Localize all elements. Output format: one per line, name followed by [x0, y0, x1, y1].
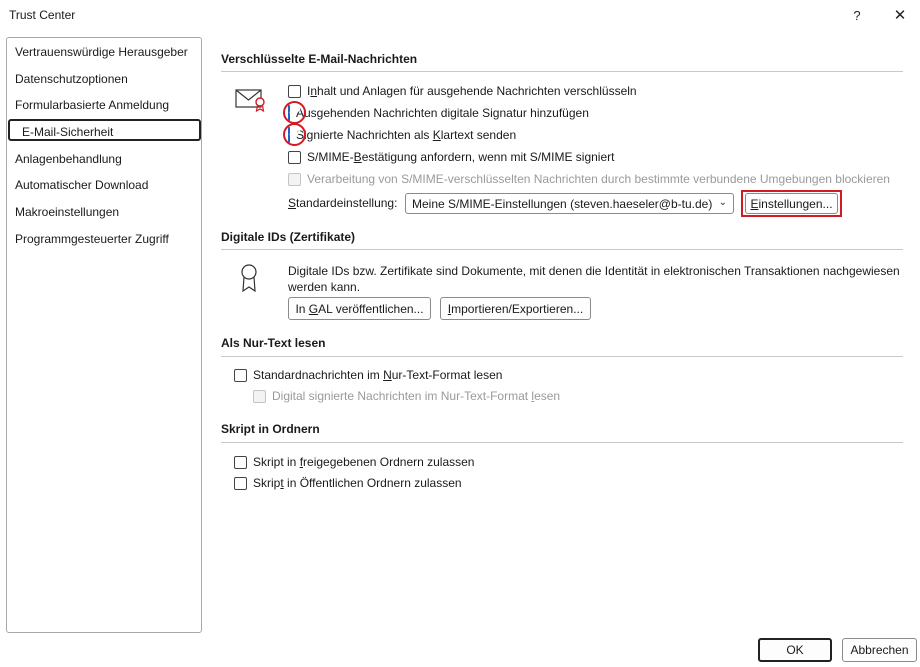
- default-setting-label: Standardeinstellung:: [288, 196, 398, 210]
- shared-folder-scripts-checkbox[interactable]: [234, 455, 247, 469]
- public-folder-scripts-row[interactable]: Skript in Öffentlichen Ordnern zulassen: [234, 474, 462, 492]
- settings-button[interactable]: Einstellungen...: [745, 193, 838, 214]
- cleartext-row[interactable]: Signierte Nachrichten als Klartext sende…: [283, 123, 517, 146]
- sidebar-item-email-security[interactable]: E-Mail-Sicherheit: [8, 119, 201, 141]
- read-plaintext-label: Standardnachrichten im Nur-Text-Format l…: [253, 368, 503, 382]
- read-plaintext-row[interactable]: Standardnachrichten im Nur-Text-Format l…: [234, 366, 502, 384]
- certificate-ribbon-icon: [241, 264, 257, 293]
- public-folder-scripts-checkbox[interactable]: [234, 476, 247, 490]
- block-processing-label: Verarbeitung von S/MIME-verschlüsselten …: [307, 172, 890, 186]
- help-icon: ?: [853, 7, 861, 23]
- encrypted-email-separator: [221, 71, 903, 72]
- scripts-heading: Skript in Ordnern: [221, 422, 320, 436]
- window-title: Trust Center: [9, 8, 76, 22]
- plaintext-heading: Als Nur-Text lesen: [221, 336, 326, 350]
- help-button[interactable]: ?: [844, 3, 870, 27]
- publish-to-gal-button[interactable]: In GAL veröffentlichen...: [288, 297, 431, 320]
- sidebar-item-privacy-options[interactable]: Datenschutzoptionen: [15, 68, 128, 90]
- block-processing-row: Verarbeitung von S/MIME-verschlüsselten …: [288, 170, 890, 188]
- encrypt-content-row[interactable]: Inhalt und Anlagen für ausgehende Nachri…: [288, 82, 637, 100]
- import-export-button[interactable]: Importieren/Exportieren...: [440, 297, 591, 320]
- read-signed-plaintext-checkbox: [253, 389, 266, 403]
- encrypted-email-heading: Verschlüsselte E-Mail-Nachrichten: [221, 52, 418, 66]
- scripts-separator: [221, 442, 903, 443]
- encrypt-content-checkbox[interactable]: [288, 84, 301, 98]
- highlight-circle: [283, 123, 306, 146]
- read-signed-plaintext-row: Digital signierte Nachrichten im Nur-Tex…: [253, 387, 560, 405]
- default-setting-dropdown[interactable]: Meine S/MIME-Einstellungen (steven.haese…: [405, 193, 734, 214]
- digital-ids-separator: [221, 249, 903, 250]
- ok-button[interactable]: OK: [758, 638, 832, 662]
- add-signature-label: Ausgehenden Nachrichten digitale Signatu…: [296, 106, 589, 120]
- smime-receipt-label: S/MIME-Bestätigung anfordern, wenn mit S…: [307, 150, 615, 164]
- sidebar-item-macro-settings[interactable]: Makroeinstellungen: [15, 201, 119, 223]
- digital-ids-description: Digitale IDs bzw. Zertifikate sind Dokum…: [288, 264, 900, 294]
- encrypt-content-label: Inhalt und Anlagen für ausgehende Nachri…: [307, 84, 637, 98]
- close-button[interactable]: ✕: [886, 3, 914, 27]
- shared-folder-scripts-label: Skript in freigegebenen Ordnern zulassen: [253, 455, 475, 469]
- sidebar-item-automatic-download[interactable]: Automatischer Download: [15, 174, 148, 196]
- sidebar-item-attachment-handling[interactable]: Anlagenbehandlung: [15, 148, 122, 170]
- category-sidebar: Vertrauenswürdige Herausgeber Datenschut…: [6, 37, 202, 633]
- shared-folder-scripts-row[interactable]: Skript in freigegebenen Ordnern zulassen: [234, 453, 474, 471]
- sidebar-item-programmatic-access[interactable]: Programmgesteuerter Zugriff: [15, 228, 169, 250]
- digital-ids-heading: Digitale IDs (Zertifikate): [221, 230, 356, 244]
- sidebar-item-form-based-signin[interactable]: Formularbasierte Anmeldung: [15, 94, 169, 116]
- close-icon: ✕: [893, 7, 907, 24]
- smime-receipt-checkbox[interactable]: [288, 150, 301, 164]
- plaintext-separator: [221, 356, 903, 357]
- cancel-button[interactable]: Abbrechen: [842, 638, 917, 662]
- envelope-certificate-icon: [235, 89, 265, 113]
- add-signature-row[interactable]: Ausgehenden Nachrichten digitale Signatu…: [283, 101, 589, 124]
- read-plaintext-checkbox[interactable]: [234, 368, 247, 382]
- cleartext-label: Signierte Nachrichten als Klartext sende…: [296, 128, 517, 142]
- smime-receipt-row[interactable]: S/MIME-Bestätigung anfordern, wenn mit S…: [288, 148, 614, 166]
- public-folder-scripts-label: Skript in Öffentlichen Ordnern zulassen: [253, 476, 462, 490]
- chevron-down-icon: ⌄: [718, 197, 727, 208]
- read-signed-plaintext-label: Digital signierte Nachrichten im Nur-Tex…: [272, 389, 561, 403]
- sidebar-item-trusted-publishers[interactable]: Vertrauenswürdige Herausgeber: [15, 41, 188, 63]
- block-processing-checkbox: [288, 172, 301, 186]
- default-setting-value: Meine S/MIME-Einstellungen (steven.haese…: [412, 196, 713, 211]
- highlight-circle: [283, 101, 306, 124]
